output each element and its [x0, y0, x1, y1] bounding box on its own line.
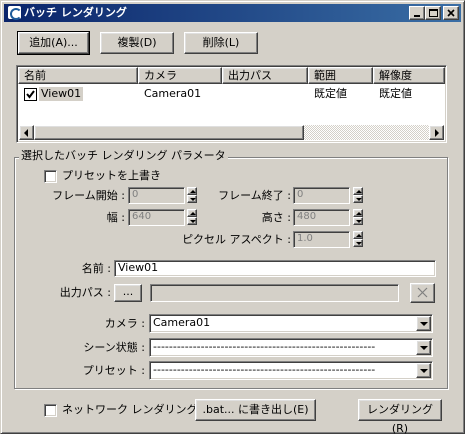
chevron-down-icon[interactable] [416, 316, 431, 331]
clear-output-path-button[interactable] [410, 283, 435, 303]
scroll-thumb[interactable] [34, 125, 304, 140]
row-resolution: 既定値 [379, 87, 412, 100]
minimize-icon [414, 15, 420, 17]
name-label: 名前 : [81, 262, 111, 275]
scene-state-select-value: ----------------------------------------… [153, 340, 376, 353]
width-label: 幅 : [106, 211, 125, 224]
output-path-label: 出力パス : [59, 286, 111, 299]
column-header-range[interactable]: 範囲 [308, 67, 373, 84]
chevron-down-icon[interactable] [416, 340, 431, 355]
minimize-button[interactable] [409, 6, 425, 20]
output-path-browse-button[interactable]: ... [114, 284, 142, 302]
column-header-camera[interactable]: カメラ [138, 67, 222, 84]
render-button[interactable]: レンダリング(R) [358, 399, 442, 435]
camera-label: カメラ : [104, 317, 145, 330]
frame-start-field[interactable]: 0 [128, 187, 185, 204]
width-field[interactable]: 640 [128, 209, 185, 226]
override-preset-label: プリセットを上書き [62, 169, 161, 182]
close-icon [447, 9, 455, 17]
table-row[interactable]: View01 Camera01 既定値 既定値 [19, 86, 444, 104]
row-range: 既定値 [314, 87, 347, 100]
frame-start-label: フレーム開始 : [52, 189, 125, 202]
frame-start-spinner[interactable] [187, 187, 197, 204]
name-field[interactable]: View01 [114, 260, 436, 277]
close-button[interactable] [443, 6, 459, 20]
group-title: 選択したバッチ レンダリング パラメータ [19, 149, 228, 163]
column-header-resolution[interactable]: 解像度 [373, 67, 445, 84]
height-spinner[interactable] [353, 209, 363, 226]
pixel-aspect-label: ピクセル アスペクト : [182, 233, 291, 246]
row-name: View01 [39, 87, 84, 101]
window-title: バッチ レンダリング [24, 6, 127, 19]
row-enable-checkbox[interactable] [24, 88, 37, 101]
add-button[interactable]: 追加(A)... [17, 31, 90, 55]
chevron-down-icon[interactable] [416, 363, 431, 378]
preset-select-value: ----------------------------------------… [153, 363, 376, 376]
scroll-left-button[interactable] [19, 125, 34, 140]
column-header-name[interactable]: 名前 [18, 67, 138, 84]
frame-end-field[interactable]: 0 [293, 187, 350, 204]
batch-list[interactable]: 名前 カメラ 出力パス 範囲 解像度 View01 Camera01 既定値 既… [16, 65, 447, 143]
app-icon[interactable] [7, 5, 22, 20]
horizontal-scrollbar[interactable] [19, 125, 444, 140]
checkmark-icon [26, 90, 35, 99]
frame-end-label: フレーム終了 : [218, 189, 291, 202]
scene-state-select[interactable]: ----------------------------------------… [149, 338, 433, 357]
preset-select[interactable]: ----------------------------------------… [149, 361, 433, 380]
network-render-label: ネットワーク レンダリング [62, 403, 198, 416]
column-header-output-path[interactable]: 出力パス [222, 67, 308, 84]
delete-button[interactable]: 削除(L) [184, 32, 258, 54]
output-path-field[interactable] [150, 284, 399, 302]
scroll-right-button[interactable] [429, 125, 444, 140]
batch-render-window: バッチ レンダリング 追加(A)... 複製(D) 削除(L) 名前 カメラ 出… [0, 0, 465, 435]
row-camera: Camera01 [144, 87, 202, 100]
arrow-left-icon [24, 129, 28, 137]
network-render-checkbox[interactable] [44, 404, 57, 417]
width-spinner[interactable] [187, 209, 197, 226]
scene-state-label: シーン状態 : [83, 341, 145, 354]
override-preset-checkbox[interactable] [44, 170, 57, 183]
title-bar[interactable]: バッチ レンダリング [4, 4, 461, 22]
preset-label: プリセット : [82, 364, 145, 377]
maximize-icon [429, 9, 438, 17]
arrow-right-icon [435, 129, 439, 137]
pixel-aspect-spinner[interactable] [353, 231, 363, 248]
frame-end-spinner[interactable] [353, 187, 363, 204]
maximize-button[interactable] [425, 6, 441, 20]
pixel-aspect-field[interactable]: 1.0 [293, 231, 350, 248]
camera-select-value: Camera01 [153, 316, 211, 329]
height-label: 高さ : [261, 211, 291, 224]
export-bat-button[interactable]: .bat... に書き出し(E) [195, 399, 316, 421]
height-field[interactable]: 480 [293, 209, 350, 226]
clear-x-icon [417, 287, 428, 298]
duplicate-button[interactable]: 複製(D) [100, 32, 174, 54]
camera-select[interactable]: Camera01 [149, 314, 433, 333]
